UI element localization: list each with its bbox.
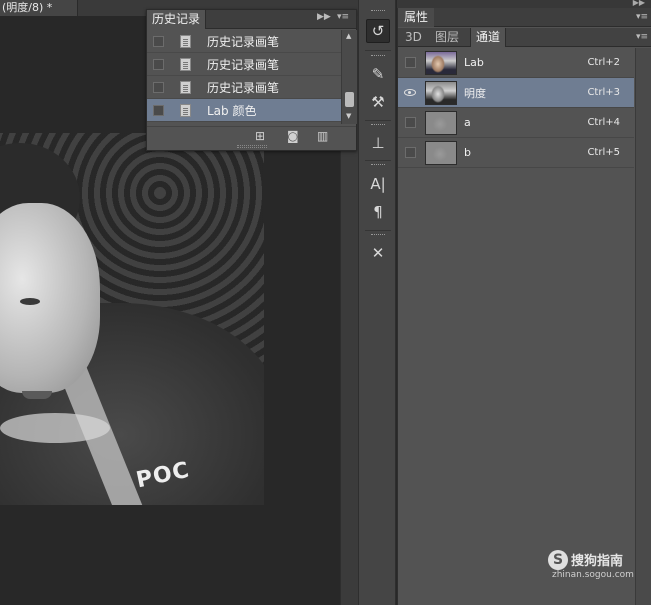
panel-icon-strip: ↺ ✎ ⚒ ⊥ A| ¶ ✕ [358, 0, 396, 605]
document-icon [180, 103, 191, 117]
history-item-selected[interactable]: Lab 颜色 [147, 99, 341, 122]
history-item[interactable]: 历史记录画笔 [147, 76, 341, 99]
history-footer: ⊞ ◙ ▥ [147, 126, 356, 144]
history-item-label: 历史记录画笔 [207, 57, 280, 72]
divider [365, 160, 391, 161]
clone-source-icon[interactable]: ⊥ [366, 131, 390, 155]
divider [365, 230, 391, 231]
history-source-checkbox[interactable] [153, 81, 164, 93]
history-source-checkbox[interactable] [153, 35, 164, 47]
channel-shortcut: Ctrl+3 [587, 87, 620, 98]
channel-thumbnail [425, 140, 457, 165]
mouth [22, 391, 52, 399]
history-scrollbar[interactable]: ▲ ▼ [341, 30, 357, 124]
channel-thumbnail [425, 80, 457, 105]
channel-name: 明度 [464, 86, 486, 100]
history-item-label: 历史记录画笔 [207, 80, 280, 95]
panel-menu-icon[interactable]: ▾≡ [636, 12, 648, 22]
channels-tab-bar: 3D 图层 通道 ▾≡ [398, 28, 651, 47]
channel-name: a [464, 116, 471, 129]
visibility-off-box [404, 57, 416, 68]
channel-thumbnail [425, 110, 457, 135]
panel-menu-icon[interactable]: ▾≡ [337, 12, 349, 22]
new-document-icon[interactable]: ⊞ [255, 129, 265, 143]
camera-icon[interactable]: ◙ [287, 129, 299, 143]
history-source-checkbox[interactable] [153, 58, 164, 70]
photoshop-window: (明度/8) * POC 历史记录 ▶▶ ▾≡ 历史记录画笔 历史记录画笔 历史… [0, 0, 651, 605]
channels-panel: 属性 ▾≡ 3D 图层 通道 ▾≡ Lab Ctrl+2 明度 Ctrl+3 a… [397, 8, 651, 605]
collapse-icon[interactable]: ▶▶ [633, 0, 645, 7]
visibility-toggle[interactable] [401, 144, 419, 162]
collar [0, 413, 110, 443]
brush-settings-icon[interactable]: ⚒ [366, 90, 390, 114]
visibility-toggle[interactable] [401, 54, 419, 72]
channels-scrollbar[interactable] [635, 48, 651, 605]
channel-shortcut: Ctrl+4 [587, 117, 620, 128]
history-item-label: Lab 颜色 [207, 103, 257, 118]
channel-name: b [464, 146, 471, 159]
channel-row-lab[interactable]: Lab Ctrl+2 [398, 48, 634, 78]
watermark: S 搜狗指南 zhinan.sogou.com [548, 548, 648, 583]
tab-layers[interactable]: 图层 [430, 28, 464, 47]
tools-icon[interactable]: ✕ [366, 241, 390, 265]
strip-grip[interactable] [371, 164, 385, 167]
tab-3d[interactable]: 3D [400, 28, 427, 47]
channels-list: Lab Ctrl+2 明度 Ctrl+3 a Ctrl+4 b Ctrl+5 [398, 48, 634, 168]
history-item[interactable]: 历史记录画笔 [147, 30, 341, 53]
channel-thumbnail [425, 50, 457, 75]
document-icon [180, 57, 191, 71]
brush-presets-icon[interactable]: ✎ [366, 62, 390, 86]
character-icon[interactable]: A| [366, 172, 390, 196]
visibility-off-box [404, 147, 416, 158]
trash-icon[interactable]: ▥ [317, 129, 328, 143]
scroll-thumb[interactable] [345, 92, 354, 107]
divider [365, 120, 391, 121]
history-list: 历史记录画笔 历史记录画笔 历史记录画笔 Lab 颜色 [147, 30, 341, 122]
tab-channels[interactable]: 通道 [470, 28, 507, 47]
history-panel-header: 历史记录 ▶▶ ▾≡ [147, 10, 356, 29]
channel-name: Lab [464, 56, 484, 69]
watermark-brand: 搜狗指南 [571, 554, 624, 569]
channel-row-b[interactable]: b Ctrl+5 [398, 138, 634, 168]
history-panel-tab[interactable]: 历史记录 [147, 10, 207, 29]
channel-shortcut: Ctrl+2 [587, 57, 620, 68]
history-brush-icon[interactable]: ↺ [366, 19, 390, 43]
paragraph-icon[interactable]: ¶ [366, 200, 390, 224]
history-source-checkbox[interactable] [153, 104, 164, 116]
channel-row-a[interactable]: a Ctrl+4 [398, 108, 634, 138]
strip-grip[interactable] [371, 234, 385, 237]
document-tab-title: (明度/8) * [2, 1, 53, 14]
visibility-toggle[interactable] [401, 114, 419, 132]
history-item-label: 历史记录画笔 [207, 34, 280, 49]
strip-grip[interactable] [371, 55, 385, 58]
resize-grip[interactable] [237, 145, 267, 148]
channel-row-lightness[interactable]: 明度 Ctrl+3 [398, 78, 634, 108]
document-icon [180, 80, 191, 94]
sogou-logo-icon: S [548, 550, 568, 570]
history-item[interactable]: 历史记录画笔 [147, 53, 341, 76]
tab-properties[interactable]: 属性 [398, 8, 435, 27]
document-icon [180, 34, 191, 48]
collapse-icon[interactable]: ▶▶ [317, 12, 331, 22]
history-panel: 历史记录 ▶▶ ▾≡ 历史记录画笔 历史记录画笔 历史记录画笔 Lab 颜色 ▲… [146, 9, 357, 151]
channel-shortcut: Ctrl+5 [587, 147, 620, 158]
eye [20, 298, 40, 305]
document-image[interactable]: POC [0, 133, 264, 505]
scroll-down-icon[interactable]: ▼ [346, 112, 351, 120]
strip-grip[interactable] [371, 10, 385, 13]
eye-icon [404, 89, 416, 96]
strip-grip[interactable] [371, 124, 385, 127]
scroll-up-icon[interactable]: ▲ [346, 32, 351, 40]
visibility-toggle[interactable] [401, 84, 419, 102]
properties-header: 属性 ▾≡ [398, 8, 651, 27]
face [0, 203, 100, 393]
document-tab[interactable]: (明度/8) * [0, 0, 78, 16]
right-dock-top: ▶▶ [397, 0, 651, 8]
panel-menu-icon[interactable]: ▾≡ [636, 32, 648, 42]
watermark-url: zhinan.sogou.com [552, 570, 634, 580]
divider [365, 50, 391, 51]
visibility-off-box [404, 117, 416, 128]
